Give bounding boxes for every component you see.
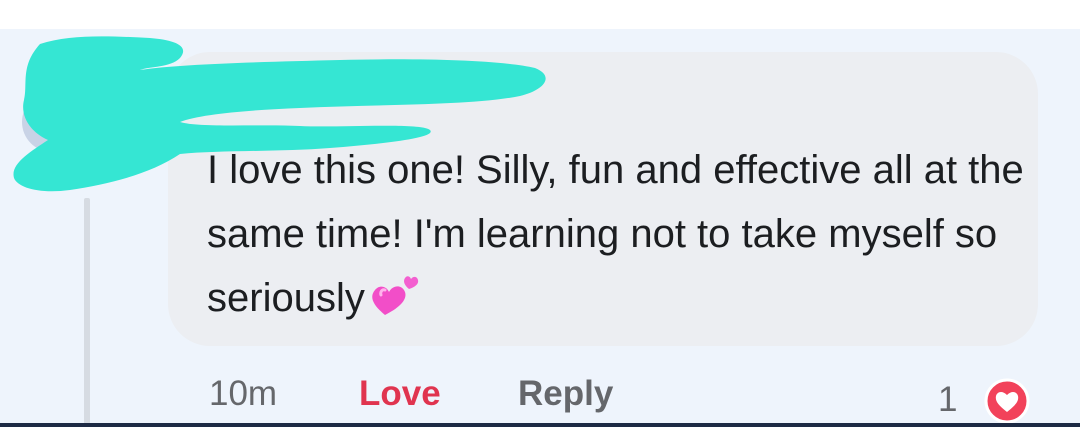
bottom-divider — [0, 423, 1080, 427]
comment-actions: 10m Love Reply 1 — [0, 368, 1080, 424]
comment-timestamp: 10m — [209, 374, 278, 413]
screen: I love this one! Silly, fun and effectiv… — [0, 0, 1080, 427]
redaction-scribble — [13, 36, 546, 192]
two-hearts-icon — [371, 271, 419, 336]
love-button[interactable]: Love — [359, 374, 441, 414]
reaction-count[interactable]: 1 — [938, 380, 957, 420]
reply-button[interactable]: Reply — [518, 374, 613, 414]
love-reaction-icon[interactable] — [984, 378, 1030, 424]
